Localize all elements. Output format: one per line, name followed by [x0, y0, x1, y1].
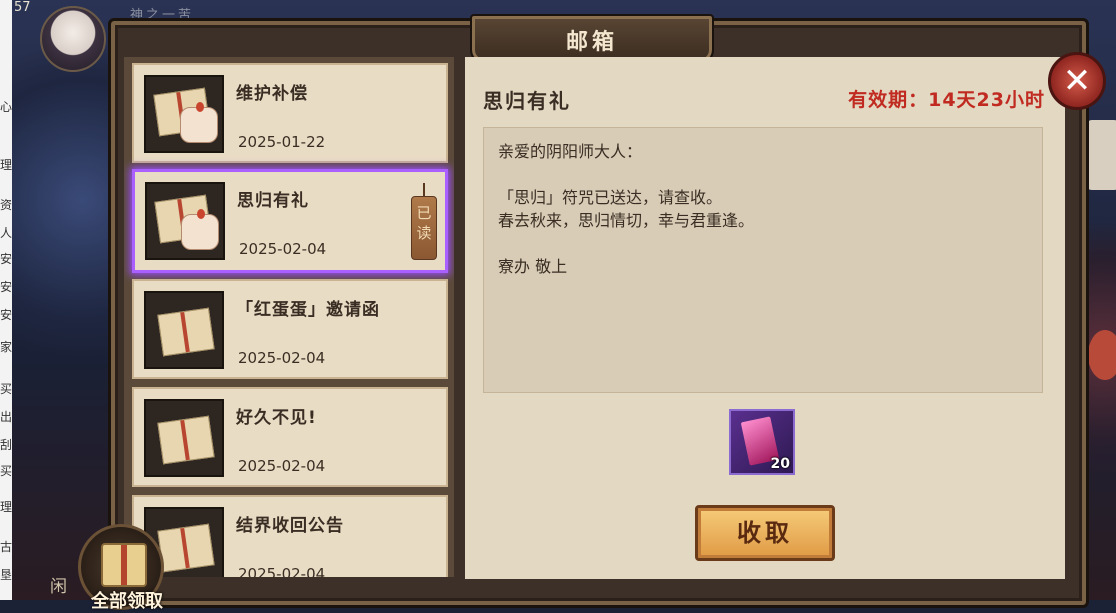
mail-detail-panel: 思归有礼 有效期：14天23小时 亲爱的阴阳师大人： 「思归」符咒已送达，请查收… [465, 57, 1065, 579]
mail-detail-title: 思归有礼 [483, 89, 571, 113]
browser-strip-char: 安 [0, 252, 12, 266]
close-icon: ✕ [1062, 61, 1092, 101]
player-avatar[interactable] [40, 6, 106, 72]
browser-strip-char: 安 [0, 308, 12, 322]
window-title: 邮箱 [565, 30, 618, 55]
claim-all-button[interactable]: 全部领取 [78, 524, 164, 612]
side-decoration [1088, 330, 1116, 380]
browser-strip-char: 古 [0, 540, 12, 554]
mail-date: 2025-01-22 [238, 133, 326, 151]
gift-box-icon [101, 543, 147, 587]
side-decoration [1086, 120, 1116, 190]
mail-body-line: 「思归」符咒已送达，请查收。 [498, 188, 723, 207]
browser-strip-char: 理 [0, 158, 12, 172]
mail-item[interactable]: 「红蛋蛋」邀请函 2025-02-04 [132, 279, 448, 379]
mail-list[interactable]: 维护补偿 2025-01-22 思归有礼 2025-02-04 已读 「红蛋蛋」… [124, 57, 454, 577]
player-level: 57 [14, 0, 31, 15]
envelope-icon [144, 399, 224, 477]
mail-date: 2025-02-04 [238, 457, 326, 475]
mail-item-selected[interactable]: 思归有礼 2025-02-04 已读 [132, 169, 448, 273]
mail-name: 维护补偿 [236, 84, 308, 104]
side-label: 闲 [50, 577, 67, 597]
mail-body: 亲爱的阴阳师大人： 「思归」符咒已送达，请查收。 春去秋来，思归情切，幸与君重逢… [483, 127, 1043, 393]
mail-body-line: 亲爱的阴阳师大人： [498, 142, 643, 161]
browser-strip-char: 买 [0, 464, 12, 478]
close-button[interactable]: ✕ [1048, 52, 1106, 110]
gift-parcel-icon [145, 182, 225, 260]
browser-strip-char: 垦 [0, 568, 12, 582]
browser-strip-char: 资 [0, 198, 12, 212]
expiry-text: 有效期：14天23小时 [848, 89, 1045, 111]
mail-name: 思归有礼 [237, 191, 309, 211]
browser-strip-char: 出 [0, 410, 12, 424]
mail-name: 好久不见! [236, 408, 317, 428]
mail-body-line: 春去秋来，思归情切，幸与君重逢。 [498, 211, 755, 230]
mail-date: 2025-02-04 [238, 565, 326, 577]
mail-body-line [498, 163, 1028, 186]
browser-strip-char: 心 [0, 100, 12, 114]
mail-date: 2025-02-04 [239, 240, 327, 258]
claim-all-label: 全部领取 [91, 591, 163, 612]
mail-item[interactable]: 好久不见! 2025-02-04 [132, 387, 448, 487]
envelope-icon [144, 291, 224, 369]
mail-body-line [498, 232, 1028, 255]
collect-button[interactable]: 收取 [695, 505, 835, 561]
reward-item[interactable]: 20 [729, 409, 795, 475]
mail-item[interactable]: 结界收回公告 2025-02-04 [132, 495, 448, 577]
browser-strip-char: 家 [0, 340, 12, 354]
reward-count: 20 [770, 456, 790, 472]
mail-body-line: 寮办 敬上 [498, 257, 568, 276]
mail-item[interactable]: 维护补偿 2025-01-22 [132, 63, 448, 163]
browser-strip-char: 买 [0, 382, 12, 396]
browser-strip-char: 安 [0, 280, 12, 294]
browser-strip-char: 刮 [0, 438, 12, 452]
mail-name: 结界收回公告 [236, 516, 344, 536]
read-tag: 已读 [411, 183, 437, 260]
browser-sidebar: 心理资人安安安家买出刮买理古垦 [0, 0, 12, 600]
mail-name: 「红蛋蛋」邀请函 [236, 300, 380, 320]
browser-strip-char: 人 [0, 226, 12, 240]
browser-strip-char: 理 [0, 500, 12, 514]
gift-parcel-icon [144, 75, 224, 153]
mail-date: 2025-02-04 [238, 349, 326, 367]
